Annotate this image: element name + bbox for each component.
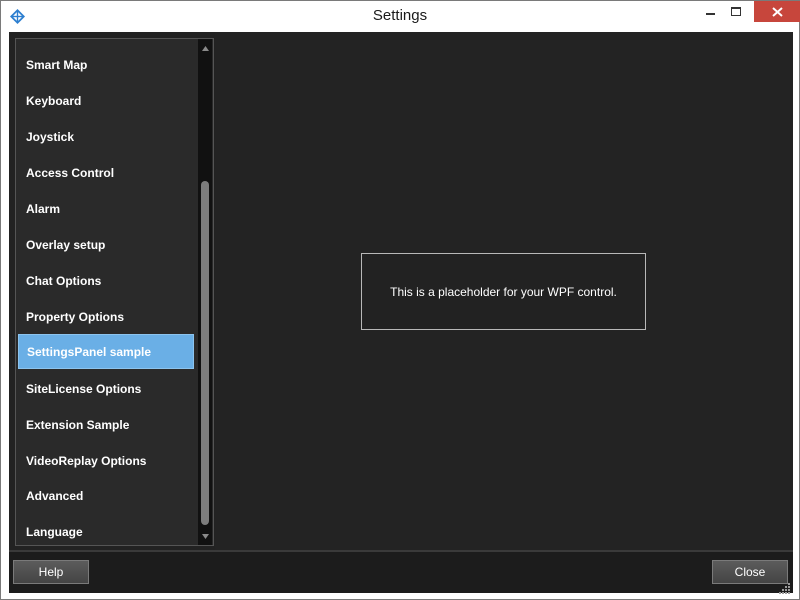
sidebar-item-label: Language	[26, 524, 83, 539]
sidebar-item-alarm[interactable]: Alarm	[18, 191, 194, 226]
sidebar-item-extension-sample[interactable]: Extension Sample	[18, 407, 194, 442]
sidebar-item-label: Overlay setup	[26, 237, 106, 252]
close-icon	[771, 6, 783, 17]
scroll-down-icon	[201, 533, 209, 539]
close-window-button[interactable]	[754, 1, 800, 22]
sidebar-item-label: Keyboard	[26, 93, 82, 108]
maximize-icon	[731, 7, 741, 16]
footer-bar: Help Close	[9, 552, 793, 593]
wpf-placeholder: This is a placeholder for your WPF contr…	[361, 253, 646, 330]
sidebar-item-label: SiteLicense Options	[26, 381, 142, 396]
sidebar-item-label: Extension Sample	[26, 417, 130, 432]
sidebar-item-label: Chat Options	[26, 273, 102, 288]
sidebar-item-access-control[interactable]: Access Control	[18, 155, 194, 190]
sidebar-item-sitelicense-options[interactable]: SiteLicense Options	[18, 371, 194, 406]
help-button[interactable]: Help	[13, 560, 89, 584]
sidebar-item-language[interactable]: Language	[18, 514, 194, 549]
sidebar-item-label: Smart Map	[26, 57, 88, 72]
sidebar-item-label: VideoReplay Options	[26, 453, 147, 468]
sidebar-item-overlay-setup[interactable]: Overlay setup	[18, 227, 194, 262]
window-title: Settings	[372, 7, 428, 24]
title-bar[interactable]: Settings	[1, 1, 800, 31]
sidebar-item-videoreplay-options[interactable]: VideoReplay Options	[18, 443, 194, 478]
resize-grip-icon[interactable]	[777, 581, 791, 595]
settings-nav: Smart Map Keyboard Joystick Access Contr…	[15, 38, 214, 546]
sidebar-item-label: Alarm	[26, 201, 61, 216]
placeholder-text: This is a placeholder for your WPF contr…	[390, 284, 617, 299]
sidebar-item-advanced[interactable]: Advanced	[18, 478, 194, 513]
sidebar-item-label: Advanced	[26, 488, 84, 503]
sidebar-item-chat-options[interactable]: Chat Options	[18, 263, 194, 298]
sidebar-item-settingspanel-sample[interactable]: SettingsPanel sample	[18, 334, 194, 369]
sidebar-item-property-options[interactable]: Property Options	[18, 299, 194, 334]
maximize-button[interactable]	[723, 1, 749, 22]
sidebar-item-keyboard[interactable]: Keyboard	[18, 83, 194, 118]
sidebar-item-label: Access Control	[26, 165, 115, 180]
sidebar-item-smart-map[interactable]: Smart Map	[18, 47, 194, 82]
scroll-thumb[interactable]	[201, 181, 209, 525]
sidebar-item-joystick[interactable]: Joystick	[18, 119, 194, 154]
sidebar-item-label: Property Options	[26, 309, 125, 324]
minimize-button[interactable]	[697, 1, 723, 22]
sidebar-item-label: Joystick	[26, 129, 75, 144]
scroll-up-button[interactable]	[198, 41, 212, 55]
scroll-down-button[interactable]	[198, 529, 212, 543]
sidebar-scrollbar[interactable]	[198, 39, 212, 545]
settings-window: Settings Smart Map Keyboard Joystick Acc…	[0, 0, 800, 600]
client-area: Smart Map Keyboard Joystick Access Contr…	[9, 32, 793, 552]
nav-list: Smart Map Keyboard Joystick Access Contr…	[16, 39, 198, 545]
minimize-icon	[705, 13, 715, 15]
settings-content-panel: This is a placeholder for your WPF contr…	[215, 32, 793, 552]
sidebar-item-label: SettingsPanel sample	[27, 344, 152, 359]
scroll-up-icon	[201, 45, 209, 51]
